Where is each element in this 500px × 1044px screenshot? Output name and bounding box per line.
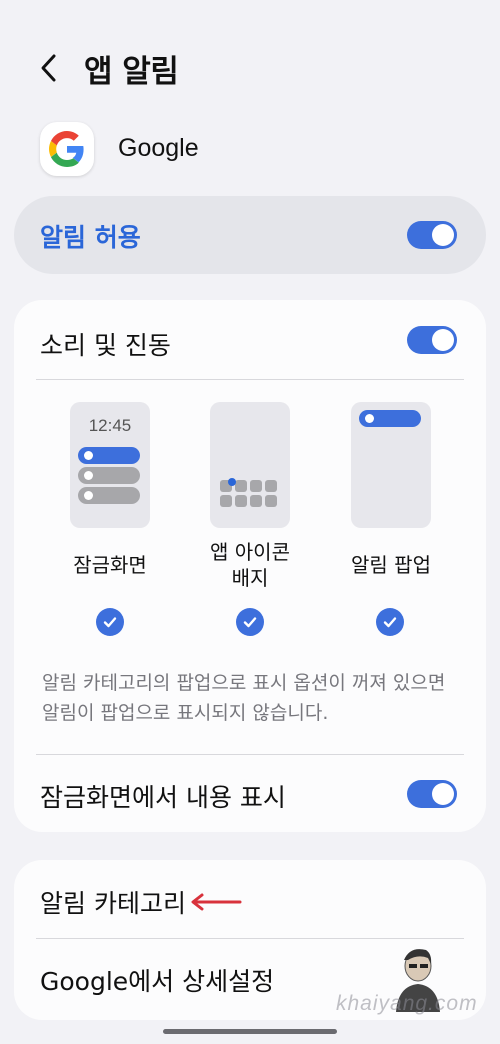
allow-notifications-toggle[interactable] <box>407 221 457 249</box>
app-name: Google <box>118 134 199 162</box>
divider <box>36 379 464 380</box>
app-icon-badge-label-line2: 배지 <box>231 566 269 590</box>
home-indicator[interactable] <box>163 1029 337 1034</box>
watermark: khaiyang.com <box>336 992 478 1015</box>
divider <box>36 754 464 755</box>
lock-content-toggle[interactable] <box>407 780 457 808</box>
popup-description: 알림 카테고리의 팝업으로 표시 옵션이 꺼져 있으면 알림이 팝업으로 표시되… <box>42 672 446 724</box>
lock-screen-time: 12:45 <box>88 416 132 435</box>
popup-preview[interactable] <box>351 402 431 528</box>
notification-style-card: 소리 및 진동 12:45 잠금화면 앱 아이콘 배지 알림 팝업 알림 카테고… <box>14 300 486 832</box>
toggle-knob <box>432 329 454 351</box>
divider <box>36 938 464 939</box>
app-icon-badge-label-line1: 앱 아이콘 <box>210 540 290 564</box>
popup-label: 알림 팝업 <box>351 553 431 577</box>
app-icon-badge-checkbox[interactable] <box>236 608 264 636</box>
chevron-left-icon <box>41 54 56 82</box>
toggle-knob <box>432 224 454 246</box>
notification-pill <box>78 467 140 484</box>
toggle-knob <box>432 783 454 805</box>
sound-vibration-toggle[interactable] <box>407 326 457 354</box>
google-detailed-settings-item[interactable]: Google에서 상세설정 <box>40 962 274 998</box>
lock-screen-checkbox[interactable] <box>96 608 124 636</box>
page-title: 앱 알림 <box>84 54 179 90</box>
popup-pill <box>359 410 421 427</box>
app-info: Google <box>40 122 440 178</box>
check-icon <box>243 617 257 628</box>
arrow-left-icon <box>191 893 242 911</box>
check-icon <box>383 617 397 628</box>
google-logo-icon <box>40 122 94 176</box>
notification-pill <box>78 447 140 464</box>
sound-vibration-label: 소리 및 진동 <box>40 331 171 360</box>
header: 앱 알림 <box>0 40 500 96</box>
popup-checkbox[interactable] <box>376 608 404 636</box>
notification-categories-item[interactable]: 알림 카테고리 <box>40 884 186 920</box>
lock-screen-preview[interactable]: 12:45 <box>70 402 150 528</box>
lock-screen-label: 잠금화면 <box>73 553 147 577</box>
app-icon-badge-preview[interactable] <box>210 402 290 528</box>
check-icon <box>103 617 117 628</box>
notification-pill <box>78 487 140 504</box>
lock-content-label: 잠금화면에서 내용 표시 <box>40 783 286 812</box>
back-button[interactable] <box>34 48 68 88</box>
allow-notifications-row[interactable]: 알림 허용 <box>14 196 486 274</box>
badge-dot-icon <box>228 478 236 486</box>
allow-notifications-label: 알림 허용 <box>40 223 141 252</box>
app-icon-badge-label: 앱 아이콘 배지 <box>190 539 310 591</box>
